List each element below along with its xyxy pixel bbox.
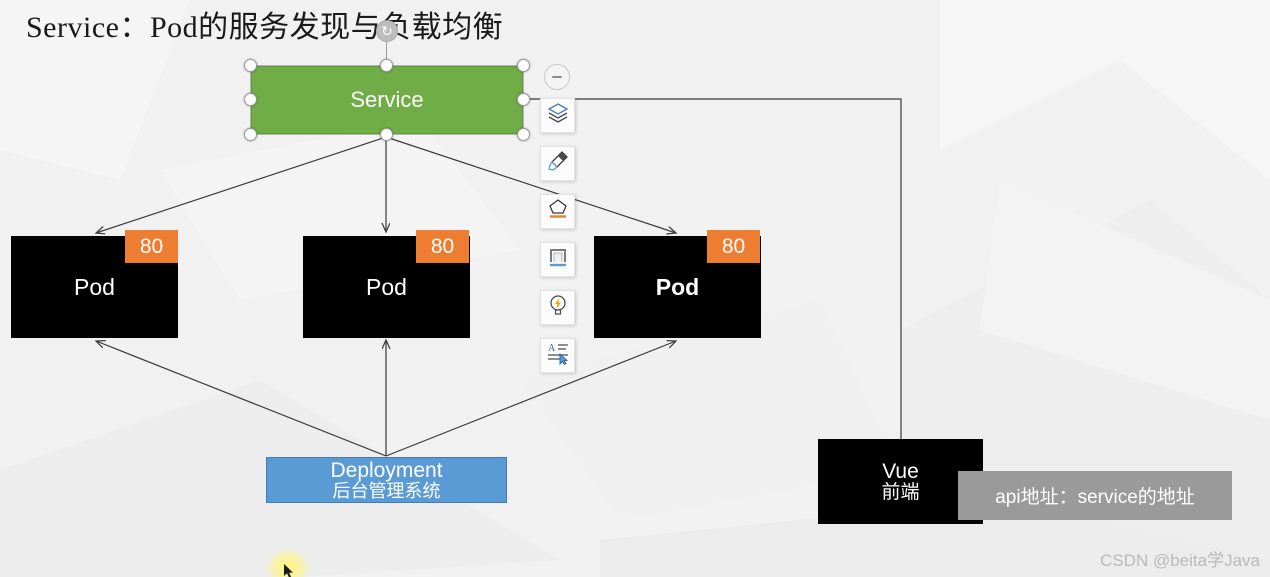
frontend-subtitle: 前端 <box>881 481 920 503</box>
resize-handle-nw[interactable] <box>244 59 257 72</box>
slide-canvas: Service：Pod的服务发现与负载均衡 Pod 80 Pod 80 Pod … <box>0 0 1270 577</box>
resize-handle-sw[interactable] <box>244 128 257 141</box>
minus-icon <box>552 76 562 78</box>
service-box[interactable]: Service <box>251 66 523 134</box>
api-address-note: api地址：service的地址 <box>958 471 1232 520</box>
pod-port-value: 80 <box>430 234 455 258</box>
tool-eraser[interactable] <box>540 194 575 229</box>
pod-port-badge-2: 80 <box>416 230 469 263</box>
toolbar-collapse-button[interactable] <box>544 64 570 90</box>
tool-text-select[interactable]: A <box>540 338 575 373</box>
mouse-cursor <box>284 564 296 577</box>
resize-handle-n[interactable] <box>380 59 393 72</box>
resize-handle-e[interactable] <box>517 93 530 106</box>
svg-text:A: A <box>548 343 556 354</box>
text-select-icon: A <box>546 341 570 370</box>
brush-icon <box>546 149 570 178</box>
rotate-handle[interactable]: ↻ <box>376 20 398 42</box>
page-title: Service：Pod的服务发现与负载均衡 <box>26 11 504 44</box>
pod-port-value: 80 <box>721 234 746 258</box>
resize-handle-s[interactable] <box>380 128 393 141</box>
frontend-title: Vue <box>882 459 919 483</box>
rotate-icon: ↻ <box>381 23 393 39</box>
layers-icon <box>546 101 570 130</box>
resize-handle-w[interactable] <box>244 93 257 106</box>
deployment-box[interactable]: Deployment 后台管理系统 <box>266 457 507 503</box>
lightbulb-idea-icon <box>546 293 570 322</box>
api-address-text: api地址：service的地址 <box>995 487 1195 508</box>
tool-shape[interactable] <box>540 242 575 277</box>
pod-port-badge-3: 80 <box>707 230 760 263</box>
deployment-title: Deployment <box>330 458 443 482</box>
shape-icon <box>546 245 570 274</box>
tool-idea[interactable] <box>540 290 575 325</box>
csdn-watermark: CSDN @beita学Java <box>1100 551 1260 570</box>
pod-port-badge-1: 80 <box>125 230 178 263</box>
eraser-icon <box>546 197 570 226</box>
service-label: Service <box>350 87 424 112</box>
tool-brush[interactable] <box>540 146 575 181</box>
tool-layers[interactable] <box>540 98 575 133</box>
deployment-subtitle: 后台管理系统 <box>332 480 441 501</box>
pod-port-value: 80 <box>139 234 164 258</box>
resize-handle-ne[interactable] <box>517 59 530 72</box>
resize-handle-se[interactable] <box>517 128 530 141</box>
